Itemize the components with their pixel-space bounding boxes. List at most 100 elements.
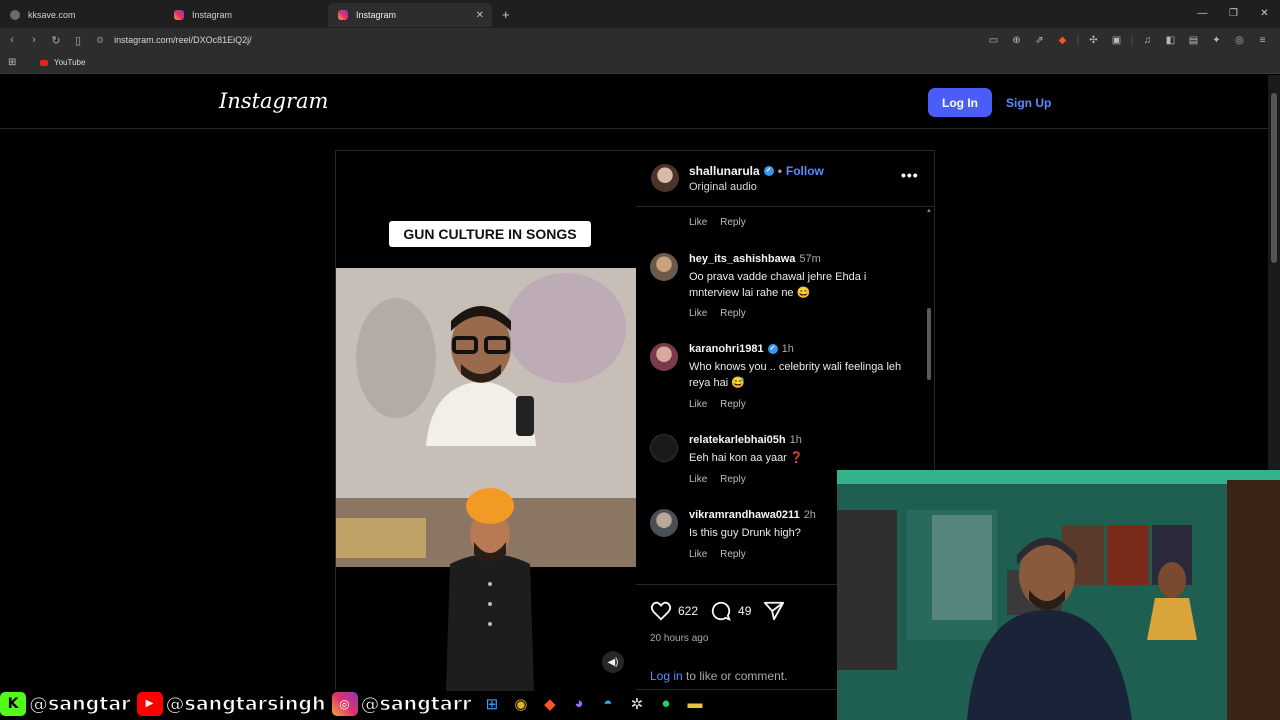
- login-prompt-text: to like or comment.: [682, 669, 788, 683]
- extensions-icon[interactable]: ✣: [1082, 35, 1105, 46]
- instagram-favicon-icon: [174, 10, 184, 20]
- discord-icon[interactable]: ◕: [564, 695, 593, 712]
- url-field[interactable]: ⚙ instagram.com/reel/DXOc81EiQ2j/: [96, 35, 252, 46]
- share-icon[interactable]: [763, 600, 785, 622]
- edge-icon[interactable]: ◓: [593, 695, 622, 712]
- post-timestamp[interactable]: 20 hours ago: [650, 633, 708, 644]
- zoom-icon[interactable]: ⊕: [1005, 35, 1028, 46]
- like-comment-button[interactable]: Like: [689, 549, 707, 560]
- wallet-icon[interactable]: ▣: [1105, 35, 1128, 46]
- page-scrollbar-thumb[interactable]: [1271, 93, 1277, 263]
- browser-tab-bar: kksave.com Instagram Instagram ✕ + — ❐ ✕: [0, 0, 1280, 28]
- login-prompt: Log in to like or comment.: [650, 669, 787, 683]
- login-link[interactable]: Log in: [650, 669, 683, 683]
- globe-icon: [10, 10, 20, 20]
- comment-time: 57m: [799, 253, 821, 265]
- extension-toolbar: ▭ ⊕ ⇗ ◆ | ✣ ▣ | ♫ ◧ ▤ ✦ ◎ ≡: [982, 28, 1274, 52]
- leo-ai-icon[interactable]: ✦: [1205, 35, 1228, 46]
- comment-text: Oo prava vadde chawal jehre Ehda i mnter…: [689, 271, 867, 299]
- menu-icon[interactable]: ≡: [1251, 35, 1274, 46]
- stream-overlay-bar: K @sangtar ▶ @sangtarsingh ◎ @sangtarr ⊞…: [0, 687, 1280, 720]
- youtube-icon: [40, 59, 48, 66]
- instagram-icon: ◎: [331, 691, 358, 716]
- apps-grid-icon[interactable]: ⊞: [8, 57, 22, 68]
- minimize-icon[interactable]: —: [1187, 0, 1218, 28]
- tab-kksave[interactable]: kksave.com: [0, 3, 164, 27]
- wallet-2-icon[interactable]: ▤: [1182, 35, 1205, 46]
- instagram-logo[interactable]: Instagram: [219, 89, 328, 113]
- reload-icon[interactable]: ↻: [46, 34, 66, 47]
- bookmark-icon[interactable]: ▯: [68, 34, 88, 47]
- tab-instagram-2[interactable]: Instagram ✕: [328, 3, 492, 27]
- brave-shield-icon[interactable]: ◆: [1051, 35, 1074, 46]
- tab-label: Instagram: [192, 10, 233, 20]
- media-icon[interactable]: ♫: [1136, 35, 1159, 46]
- scrollbar-thumb[interactable]: [927, 308, 931, 380]
- file-explorer-icon[interactable]: ▬: [680, 695, 709, 712]
- audio-label[interactable]: Original audio: [689, 181, 757, 193]
- windows-start-icon[interactable]: ⊞: [477, 695, 506, 713]
- site-info-icon[interactable]: ⚙: [96, 35, 104, 46]
- commenter-avatar[interactable]: [650, 434, 678, 462]
- commenter-avatar[interactable]: [650, 343, 678, 371]
- share-icon[interactable]: ⇗: [1028, 35, 1051, 46]
- instagram-favicon-icon: [338, 10, 348, 20]
- cast-icon[interactable]: ▭: [982, 35, 1005, 46]
- reply-comment-button[interactable]: Reply: [720, 217, 746, 228]
- author-username[interactable]: shallunarula: [689, 164, 760, 178]
- tab-instagram-1[interactable]: Instagram: [164, 3, 328, 27]
- bookmark-youtube[interactable]: YouTube: [40, 58, 85, 67]
- new-tab-icon[interactable]: +: [502, 7, 510, 22]
- close-window-icon[interactable]: ✕: [1249, 0, 1280, 28]
- comment-username[interactable]: vikramrandhawa0211: [689, 509, 800, 521]
- comment-username[interactable]: hey_its_ashishbawa: [689, 253, 795, 265]
- comment-actions: Like Reply: [689, 308, 756, 319]
- chrome-icon[interactable]: ◉: [506, 695, 535, 713]
- video-headline: GUN CULTURE IN SONGS: [389, 221, 591, 247]
- comment-actions: Like Reply: [689, 549, 756, 560]
- mute-icon[interactable]: ◀): [602, 651, 624, 673]
- follow-button[interactable]: Follow: [786, 164, 824, 178]
- window-controls: — ❐ ✕: [1187, 0, 1280, 28]
- webcam-overlay: [837, 470, 1280, 720]
- comment-icon[interactable]: [710, 600, 732, 622]
- reply-comment-button[interactable]: Reply: [720, 399, 746, 410]
- post-header: shallunarula ✓ • Follow Original audio •…: [636, 151, 934, 207]
- like-comment-button[interactable]: Like: [689, 308, 707, 319]
- brave-icon[interactable]: ◆: [535, 695, 564, 713]
- reply-comment-button[interactable]: Reply: [720, 308, 746, 319]
- back-icon[interactable]: ‹: [2, 34, 22, 46]
- reel-video[interactable]: GUN CULTURE IN SONGS ◀): [336, 151, 636, 691]
- spotify-icon[interactable]: ●: [651, 695, 680, 712]
- ig-header: Instagram Log In Sign Up: [0, 75, 1268, 129]
- forward-icon[interactable]: ›: [24, 34, 44, 46]
- comment-header: hey_its_ashishbawa 57m: [689, 253, 821, 265]
- like-comment-button[interactable]: Like: [689, 217, 707, 228]
- heart-icon[interactable]: [650, 600, 672, 622]
- comment-actions: Like Reply: [689, 217, 756, 228]
- scroll-up-icon[interactable]: ▲: [926, 208, 932, 214]
- like-comment-button[interactable]: Like: [689, 399, 707, 410]
- bookmark-label: YouTube: [54, 58, 86, 67]
- settings-icon[interactable]: ✲: [622, 695, 651, 713]
- more-options-icon[interactable]: •••: [901, 167, 919, 183]
- close-tab-icon[interactable]: ✕: [476, 10, 484, 21]
- commenter-avatar[interactable]: [650, 509, 678, 537]
- reply-comment-button[interactable]: Reply: [720, 474, 746, 485]
- sidebar-icon[interactable]: ◧: [1159, 35, 1182, 46]
- vpn-icon[interactable]: ◎: [1228, 35, 1251, 46]
- author-row: shallunarula ✓ • Follow: [689, 164, 824, 178]
- commenter-avatar[interactable]: [650, 253, 678, 281]
- comment-username[interactable]: relatekarlebhai05h: [689, 434, 786, 446]
- maximize-icon[interactable]: ❐: [1218, 0, 1249, 28]
- login-button[interactable]: Log In: [928, 88, 992, 117]
- likes-count: 622: [678, 604, 699, 618]
- url-text: instagram.com/reel/DXOc81EiQ2j/: [114, 35, 252, 45]
- author-avatar[interactable]: [651, 164, 679, 192]
- signup-button[interactable]: Sign Up: [1006, 88, 1051, 117]
- comment-username[interactable]: karanohri1981: [689, 343, 764, 355]
- like-comment-button[interactable]: Like: [689, 474, 707, 485]
- comment-time: 1h: [781, 343, 794, 355]
- verified-icon: ✓: [767, 344, 778, 354]
- reply-comment-button[interactable]: Reply: [720, 549, 746, 560]
